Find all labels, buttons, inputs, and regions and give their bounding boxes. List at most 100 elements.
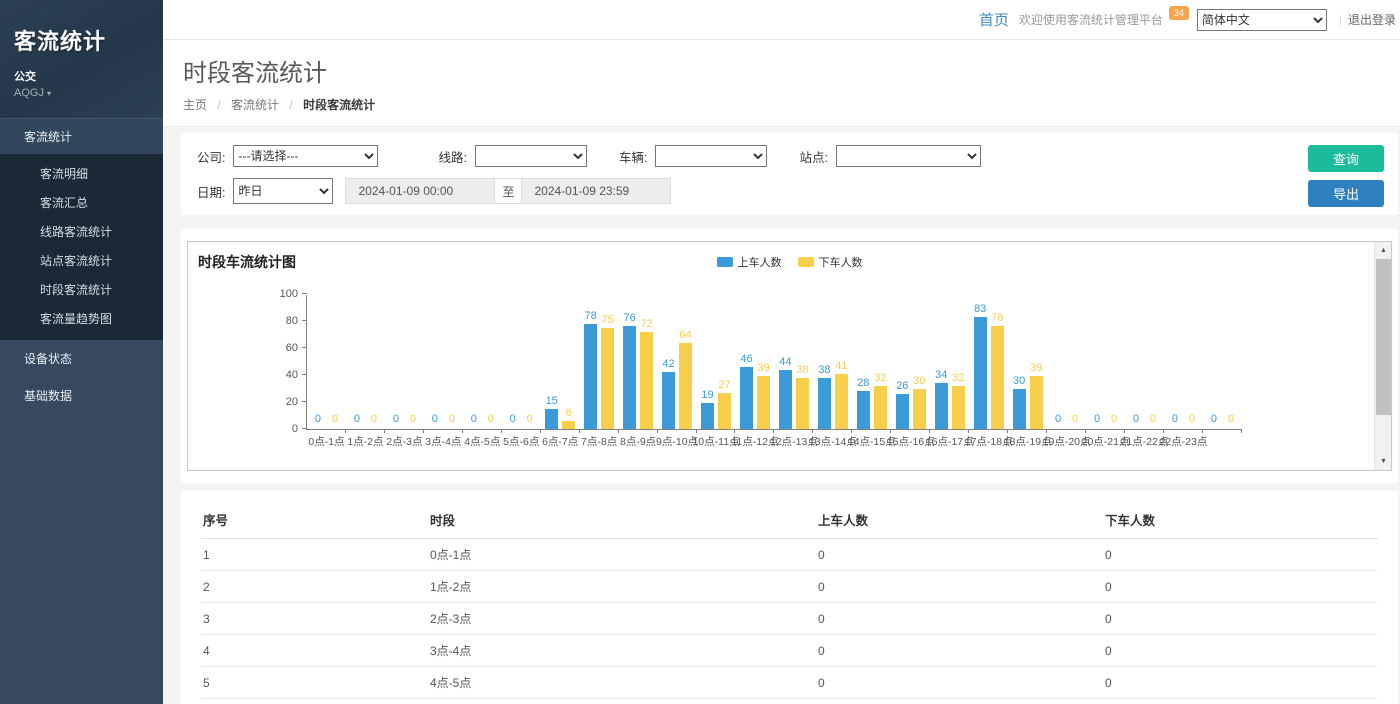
table-cell: 0	[1103, 571, 1378, 603]
x-axis-tick	[540, 429, 541, 433]
table-row: 32点-3点00	[201, 603, 1378, 635]
table-cell: 4	[201, 635, 428, 667]
language-select[interactable]: 简体中文	[1197, 9, 1327, 31]
x-axis-tick	[579, 429, 580, 433]
breadcrumb-home[interactable]: 主页	[183, 98, 207, 112]
header-period: 时段	[428, 501, 816, 539]
boarding-bar: 28	[857, 391, 870, 429]
sidebar-item-base-data[interactable]: 基础数据	[0, 377, 163, 414]
bar-value-label: 0	[1211, 413, 1217, 425]
scroll-up-icon[interactable]: ▲	[1375, 242, 1392, 259]
sidebar-item-passenger-stats[interactable]: 客流统计	[0, 118, 163, 154]
y-axis-tick-label: 0	[292, 423, 298, 435]
bar-value-label: 0	[1111, 413, 1117, 425]
bar-value-label: 0	[410, 413, 416, 425]
org-switcher[interactable]: AQGJ ▾	[14, 87, 149, 99]
alighting-bar: 27	[718, 393, 731, 429]
bar-group: 42649点-10点	[658, 295, 697, 429]
bar-value-label: 38	[818, 364, 830, 376]
period-stats-table: 序号 时段 上车人数 下车人数 10点-1点0021点-2点0032点-3点00…	[201, 501, 1378, 704]
sidebar-item-passenger-summary[interactable]: 客流汇总	[0, 188, 163, 217]
sidebar-item-passenger-detail[interactable]: 客流明细	[0, 159, 163, 188]
legend-boarding[interactable]: 上车人数	[717, 254, 782, 270]
table-cell: 0	[816, 699, 1103, 704]
scroll-down-icon[interactable]: ▼	[1375, 453, 1392, 470]
date-preset-select[interactable]: 昨日	[233, 178, 333, 204]
bar-value-label: 83	[974, 303, 986, 315]
date-end-input[interactable]: 2024-01-09 23:59	[522, 179, 670, 203]
bar-value-label: 0	[449, 413, 455, 425]
company-select[interactable]: ---请选择---	[233, 145, 378, 167]
plot-area: 020406080100000点-1点001点-2点002点-3点003点-4点…	[306, 295, 1242, 430]
bar-value-label: 27	[718, 379, 730, 391]
header-boarding: 上车人数	[816, 501, 1103, 539]
x-axis-tick	[1124, 429, 1125, 433]
bar-value-label: 42	[662, 358, 674, 370]
sidebar-item-line-stats[interactable]: 线路客流统计	[0, 217, 163, 246]
date-label: 日期:	[197, 182, 225, 201]
table-row: 43点-4点00	[201, 635, 1378, 667]
x-axis-tick	[1046, 429, 1047, 433]
y-axis-tick	[302, 293, 307, 294]
chart-title: 时段车流统计图	[198, 252, 296, 272]
bar-value-label: 34	[935, 369, 947, 381]
x-axis-tick	[968, 429, 969, 433]
sidebar-item-station-stats[interactable]: 站点客流统计	[0, 246, 163, 275]
table-row: 54点-5点00	[201, 667, 1378, 699]
bar-group: 004点-5点	[463, 295, 502, 429]
table-cell: 5点-6点	[428, 699, 816, 704]
bar-group: 002点-3点	[385, 295, 424, 429]
bar-value-label: 30	[1013, 375, 1025, 387]
bar-group: 0019点-20点	[1047, 295, 1086, 429]
chart-vertical-scrollbar[interactable]: ▲ ▼	[1374, 242, 1391, 470]
header-index: 序号	[201, 501, 428, 539]
bar-value-label: 46	[740, 353, 752, 365]
alighting-bar: 6	[562, 421, 575, 429]
bar-group: 192710点-11点	[697, 295, 736, 429]
filter-row-1: 公司: ---请选择--- 线路: 车辆: 站点:	[197, 145, 1278, 167]
alighting-bar: 38	[796, 378, 809, 429]
scrollbar-thumb[interactable]	[1376, 259, 1391, 415]
station-select[interactable]	[836, 145, 981, 167]
breadcrumb-section[interactable]: 客流统计	[231, 98, 279, 112]
alighting-bar: 41	[835, 374, 848, 429]
query-button[interactable]: 查询	[1308, 145, 1384, 172]
alighting-bar: 76	[991, 326, 1004, 429]
x-axis-tick	[501, 429, 502, 433]
bar-value-label: 75	[602, 314, 614, 326]
x-axis-tick	[1241, 429, 1242, 433]
vehicle-select[interactable]	[655, 145, 767, 167]
bar-value-label: 26	[896, 380, 908, 392]
welcome-text: 欢迎使用客流统计管理平台	[1019, 11, 1163, 28]
legend-alighting-label: 下车人数	[819, 254, 863, 270]
bar-value-label: 32	[874, 372, 886, 384]
line-select[interactable]	[475, 145, 587, 167]
sidebar-item-device-status[interactable]: 设备状态	[0, 340, 163, 377]
bar-value-label: 6	[566, 407, 572, 419]
breadcrumb-separator: /	[289, 98, 292, 112]
table-row: 65点-6点00	[201, 699, 1378, 704]
bars-row: 000点-1点001点-2点002点-3点003点-4点004点-5点005点-…	[307, 295, 1242, 429]
boarding-bar: 44	[779, 370, 792, 429]
sidebar-item-period-stats[interactable]: 时段客流统计	[0, 275, 163, 304]
line-label: 线路:	[438, 147, 466, 166]
table-cell: 0	[1103, 635, 1378, 667]
bar-value-label: 30	[913, 375, 925, 387]
x-axis-tick-label: 5点-6点	[503, 434, 539, 449]
bar-value-label: 0	[1094, 413, 1100, 425]
table-cell: 6	[201, 699, 428, 704]
alighting-bar: 32	[952, 386, 965, 429]
sidebar-item-trend-chart[interactable]: 客流量趋势图	[0, 304, 163, 333]
export-button[interactable]: 导出	[1308, 180, 1384, 207]
bar-value-label: 0	[393, 413, 399, 425]
notification-badge[interactable]: 34	[1169, 6, 1189, 20]
x-axis-tick	[462, 429, 463, 433]
bar-value-label: 28	[857, 377, 869, 389]
bar-value-label: 0	[1189, 413, 1195, 425]
home-link[interactable]: 首页	[979, 9, 1009, 30]
boarding-bar: 15	[545, 409, 558, 429]
logout-link[interactable]: 退出登录	[1348, 11, 1396, 28]
date-start-input[interactable]: 2024-01-09 00:00	[346, 179, 494, 203]
legend-alighting[interactable]: 下车人数	[798, 254, 863, 270]
table-row: 21点-2点00	[201, 571, 1378, 603]
